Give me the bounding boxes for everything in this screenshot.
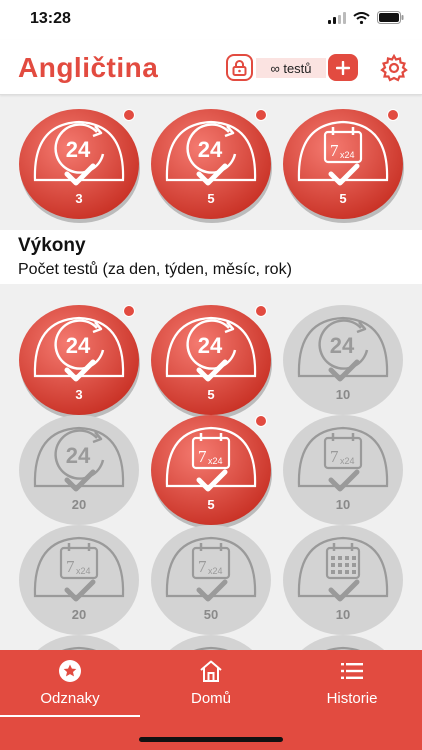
- achievement-badge[interactable]: [149, 628, 273, 650]
- tab-label: Domů: [190, 690, 231, 707]
- featured-badges: 24 3 24 5 7 x24 5: [0, 98, 422, 230]
- home-indicator: [139, 737, 283, 742]
- status-time: 13:28: [30, 10, 71, 27]
- 24h-check-icon: 24: [151, 109, 272, 223]
- section-header: Výkony Počet testů (za den, týden, měsíc…: [0, 230, 422, 284]
- tests-remaining-label: ∞ testů: [256, 58, 326, 78]
- svg-text:x24: x24: [340, 150, 355, 160]
- settings-button[interactable]: [380, 53, 408, 87]
- section-subtitle: Počet testů (za den, týden, měsíc, rok): [18, 261, 292, 278]
- lock-icon: [232, 59, 247, 76]
- wifi-icon: [353, 11, 370, 24]
- tab-historie[interactable]: Historie: [282, 650, 422, 750]
- achievement-badge[interactable]: 10: [281, 518, 405, 642]
- badge-count: 10: [335, 607, 351, 622]
- calendar-7x24-icon: 7 x24: [19, 525, 139, 635]
- 24h-check-icon: 24: [19, 305, 140, 419]
- tab-label: Historie: [326, 690, 378, 707]
- calendar-7x24-icon: 7 x24: [283, 415, 403, 525]
- svg-text:24: 24: [330, 333, 355, 358]
- battery-icon: [377, 11, 404, 24]
- badge-count: 3: [75, 387, 83, 402]
- badge-count: 5: [207, 497, 215, 512]
- plus-icon: [336, 60, 350, 75]
- svg-text:24: 24: [198, 137, 223, 162]
- new-badge-dot: [123, 305, 135, 317]
- svg-text:x24: x24: [340, 456, 355, 466]
- achievement-badge[interactable]: 7 x24 10: [281, 408, 405, 532]
- achievement-badge[interactable]: [281, 628, 405, 650]
- svg-text:x24: x24: [76, 566, 91, 576]
- svg-text:7: 7: [198, 557, 207, 576]
- calendar-7x24-icon: 7 x24: [151, 415, 272, 529]
- svg-text:7: 7: [330, 447, 339, 466]
- new-badge-dot: [255, 305, 267, 317]
- new-badge-dot: [255, 415, 267, 427]
- badge-count: 20: [71, 607, 87, 622]
- 24h-check-icon: 24: [283, 305, 403, 415]
- badge-count: 5: [207, 191, 215, 206]
- tab-domu[interactable]: Domů: [141, 650, 281, 750]
- lock-button[interactable]: [226, 54, 253, 81]
- badge-count: 5: [339, 191, 347, 206]
- calendar-7x24-icon: 7 x24: [151, 525, 271, 635]
- svg-text:24: 24: [66, 443, 91, 468]
- add-tests-button[interactable]: [328, 54, 358, 81]
- app-header: Angličtina ∞ testů: [0, 40, 422, 95]
- badge-count: 50: [203, 607, 219, 622]
- svg-text:7: 7: [330, 141, 339, 160]
- 24h-check-icon: 24: [19, 109, 140, 223]
- star-badge-icon: [59, 660, 81, 682]
- svg-text:7: 7: [198, 447, 207, 466]
- tab-label: Odznaky: [40, 690, 100, 707]
- new-badge-dot: [255, 109, 267, 121]
- achievement-badge[interactable]: 24 3: [17, 298, 141, 422]
- achievement-badge[interactable]: 7 x24 5: [149, 408, 273, 532]
- new-badge-dot: [123, 109, 135, 121]
- achievement-badge[interactable]: 24 20: [17, 408, 141, 532]
- badge-count: 3: [75, 191, 83, 206]
- svg-text:x24: x24: [208, 456, 223, 466]
- tab-odznaky[interactable]: Odznaky: [0, 650, 140, 750]
- tab-bar: Odznaky Domů Historie: [0, 650, 422, 750]
- badge-count: 20: [71, 497, 87, 512]
- app-title: Angličtina: [18, 52, 159, 83]
- achievement-badge[interactable]: 24 3: [17, 102, 141, 226]
- badge-count: 5: [207, 387, 215, 402]
- list-icon: [341, 663, 363, 679]
- status-icons: [328, 11, 404, 24]
- calendar-7x24-icon: 7 x24: [283, 109, 404, 223]
- section-title: Výkony: [18, 235, 86, 256]
- achievement-badge[interactable]: 7 x24 20: [17, 518, 141, 642]
- 24h-check-icon: 24: [19, 415, 139, 525]
- badge-placeholder-icon: [169, 635, 253, 650]
- new-badge-dot: [387, 109, 399, 121]
- svg-text:x24: x24: [208, 566, 223, 576]
- badge-placeholder-icon: [301, 635, 385, 650]
- achievement-badge[interactable]: 7 x24 5: [281, 102, 405, 226]
- achievement-badge[interactable]: [17, 628, 141, 650]
- badge-count: 10: [335, 497, 351, 512]
- achievement-badge[interactable]: 24 5: [149, 102, 273, 226]
- calendar-month-icon: [283, 525, 403, 635]
- badge-count: 10: [335, 387, 351, 402]
- svg-text:7: 7: [66, 557, 75, 576]
- status-bar: 13:28: [0, 0, 422, 40]
- tab-selected-indicator: [0, 715, 140, 717]
- badge-grid: 24 3 24 5 24 10 24 20 7 x24 5 7 x24 10 7 x24 20 7 x24 50 10: [0, 284, 422, 650]
- signal-icon: [328, 11, 346, 24]
- achievement-badge[interactable]: 24 5: [149, 298, 273, 422]
- 24h-check-icon: 24: [151, 305, 272, 419]
- home-icon: [200, 660, 222, 682]
- gear-icon: [380, 53, 408, 82]
- svg-text:24: 24: [66, 137, 91, 162]
- badge-placeholder-icon: [37, 635, 121, 650]
- svg-text:24: 24: [198, 333, 223, 358]
- svg-text:24: 24: [66, 333, 91, 358]
- achievement-badge[interactable]: 24 10: [281, 298, 405, 422]
- achievement-badge[interactable]: 7 x24 50: [149, 518, 273, 642]
